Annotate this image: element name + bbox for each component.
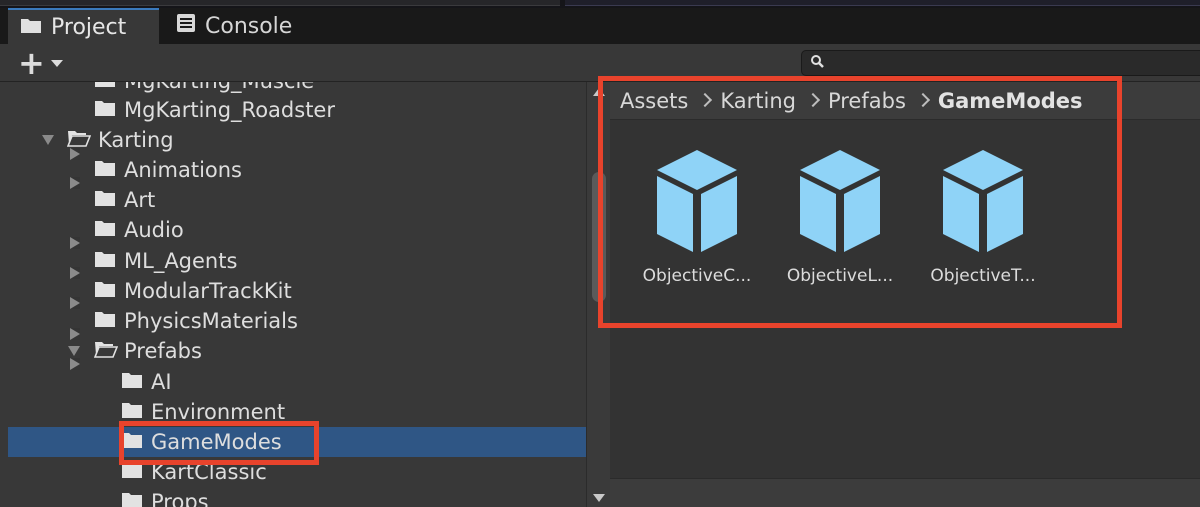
tree-row[interactable]: PhysicsMaterials — [0, 306, 586, 336]
tree-row-label: Animations — [124, 158, 243, 182]
tree-row-label: ModularTrackKit — [124, 279, 292, 303]
tree-row[interactable]: AI — [0, 367, 586, 397]
folder-icon — [94, 249, 116, 273]
folder-icon — [94, 279, 116, 303]
chevron-down-icon[interactable] — [68, 346, 80, 356]
highlight-box-assets — [598, 76, 1122, 328]
tree-row[interactable]: Props — [0, 487, 586, 507]
folder-icon — [20, 15, 42, 40]
tree-row-label: Art — [124, 188, 156, 212]
folder-icon — [121, 490, 143, 507]
tree-row-label: Karting — [98, 128, 174, 152]
tab-project-label: Project — [51, 14, 127, 40]
create-dropdown-button[interactable]: + — [18, 44, 70, 82]
folder-icon — [94, 188, 116, 212]
tree-row-label: Props — [151, 490, 209, 507]
tree-row[interactable]: Prefabs — [0, 336, 586, 366]
chevron-down-icon[interactable] — [42, 135, 54, 145]
plus-icon: + — [18, 44, 45, 82]
folder-open-icon — [93, 339, 119, 363]
console-icon — [176, 13, 196, 39]
search-input[interactable] — [801, 50, 1200, 76]
tree-row-label: ML_Agents — [124, 249, 238, 273]
folder-icon — [94, 309, 116, 333]
folder-icon — [94, 82, 116, 93]
tree-row[interactable]: Animations — [0, 155, 586, 249]
tree-row[interactable]: Karting — [0, 125, 586, 155]
tree-row[interactable]: MgKarting_Muscle — [0, 82, 586, 160]
tree-row[interactable]: ModularTrackKit — [0, 276, 586, 370]
tree-row[interactable]: Art — [0, 185, 586, 279]
top-strip-left — [0, 0, 560, 6]
tree-row[interactable]: ML_Agents — [0, 246, 586, 340]
tree-row-label: AI — [151, 370, 172, 394]
folder-icon — [94, 158, 116, 182]
asset-panel-footer — [610, 478, 1200, 507]
tab-console-label: Console — [205, 13, 293, 39]
highlight-box-gamemodes — [119, 421, 319, 465]
tree-row[interactable]: MgKarting_Roadster — [0, 95, 586, 189]
scroll-down-icon[interactable] — [593, 494, 605, 502]
top-strip-right — [565, 0, 1200, 6]
tab-bar: Project Console — [0, 8, 1200, 44]
tree-row-label: MgKarting_Roadster — [124, 98, 335, 122]
chevron-down-icon — [50, 59, 63, 67]
tree-row-label: PhysicsMaterials — [124, 309, 298, 333]
folder-icon — [121, 370, 143, 394]
tab-project[interactable]: Project — [8, 8, 159, 44]
tree-row[interactable]: Audio — [0, 215, 586, 309]
tree-row-label: Audio — [124, 218, 184, 242]
tree-row-label: Prefabs — [124, 339, 202, 363]
tree-row-label: MgKarting_Muscle — [124, 82, 314, 93]
folder-icon — [94, 98, 116, 122]
folder-open-icon — [66, 128, 92, 152]
folder-icon — [94, 218, 116, 242]
search-icon — [810, 54, 826, 74]
tab-console[interactable]: Console — [172, 8, 322, 44]
window-top-strip — [0, 0, 1200, 8]
